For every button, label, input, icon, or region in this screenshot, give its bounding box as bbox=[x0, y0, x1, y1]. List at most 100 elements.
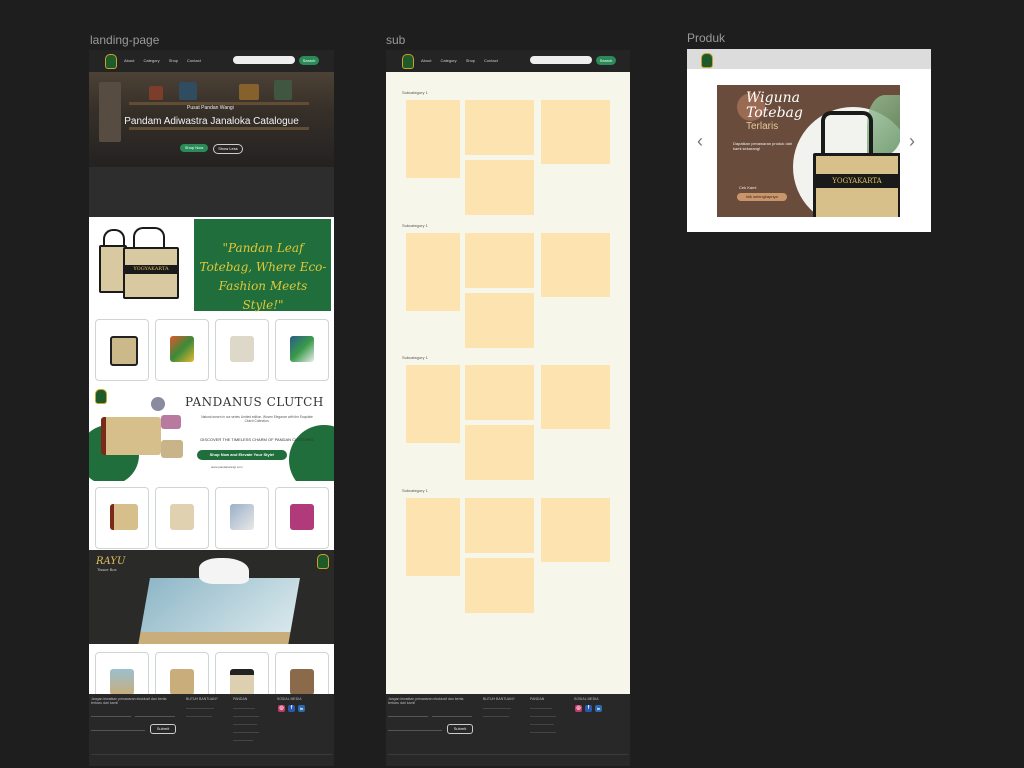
logo-icon bbox=[95, 389, 107, 404]
logo-icon[interactable] bbox=[105, 54, 117, 69]
banner-cta-button[interactable]: klik selengkapnya bbox=[737, 193, 787, 201]
footer-link[interactable] bbox=[233, 740, 253, 741]
clutch-image bbox=[101, 417, 161, 455]
footer-link[interactable] bbox=[530, 716, 556, 717]
nav-link-category[interactable]: Category bbox=[143, 58, 159, 63]
submit-button[interactable]: Submit bbox=[447, 724, 473, 734]
nav-link-contact[interactable]: Contact bbox=[484, 58, 498, 63]
product-thumbnail bbox=[230, 504, 254, 530]
search-input[interactable] bbox=[530, 56, 592, 64]
tissue-box-image bbox=[138, 578, 300, 644]
chevron-left-icon[interactable]: ‹ bbox=[697, 131, 703, 152]
nav-link-shop[interactable]: Shop bbox=[169, 58, 178, 63]
footer-link[interactable] bbox=[530, 724, 554, 725]
pandanus-clutch-banner[interactable]: PANDANUS CLUTCH Natural woven in our ser… bbox=[89, 385, 334, 495]
footer-input[interactable] bbox=[135, 716, 175, 717]
nav-link-category[interactable]: Category bbox=[440, 58, 456, 63]
product-thumbnail bbox=[170, 669, 194, 695]
produk-frame[interactable]: ‹ › Wiguna Totebag Terlaris Dapatkan pen… bbox=[687, 49, 931, 232]
submit-button[interactable]: Submit bbox=[150, 724, 176, 734]
clutch-url: www.pandanwangi.com bbox=[211, 465, 243, 469]
footer-input[interactable] bbox=[388, 716, 428, 717]
product-thumbnail bbox=[170, 336, 194, 362]
product-card[interactable] bbox=[215, 319, 269, 381]
product-tile[interactable] bbox=[465, 100, 534, 155]
frame-label-sub: sub bbox=[386, 33, 406, 47]
clutch-shop-button[interactable]: Shop Now and Elevate Your Style! bbox=[197, 450, 287, 460]
nav-link-about[interactable]: About bbox=[421, 58, 431, 63]
totebag-image: YOGYAKARTA bbox=[123, 247, 179, 299]
banner-tag: Terlaris bbox=[746, 121, 779, 132]
clutch-image bbox=[161, 415, 181, 429]
footer-link[interactable] bbox=[233, 716, 259, 717]
product-tile[interactable] bbox=[406, 365, 460, 443]
product-card[interactable] bbox=[275, 487, 329, 549]
footer-link[interactable] bbox=[530, 732, 556, 733]
footer-link[interactable] bbox=[186, 716, 212, 717]
product-card[interactable] bbox=[275, 319, 329, 381]
tissue-image bbox=[199, 558, 249, 584]
instagram-icon[interactable]: ◎ bbox=[575, 705, 582, 712]
product-tile[interactable] bbox=[465, 293, 534, 348]
totebag-promo-banner[interactable]: YOGYAKARTA "Pandan Leaf Totebag, Where E… bbox=[89, 217, 334, 313]
footer-link[interactable] bbox=[186, 708, 214, 709]
nav-link-about[interactable]: About bbox=[124, 58, 134, 63]
product-card[interactable] bbox=[215, 487, 269, 549]
chevron-right-icon[interactable]: › bbox=[909, 131, 915, 152]
wiguna-totebag-banner[interactable]: Wiguna Totebag Terlaris Dapatkan penawar… bbox=[717, 85, 900, 217]
footer-link[interactable] bbox=[233, 708, 255, 709]
footer-input[interactable] bbox=[91, 730, 145, 731]
shop-now-button[interactable]: Shop Now bbox=[180, 144, 208, 152]
linkedin-icon[interactable]: in bbox=[595, 705, 602, 712]
product-tile[interactable] bbox=[406, 100, 460, 178]
product-tile[interactable] bbox=[465, 233, 534, 288]
linkedin-icon[interactable]: in bbox=[298, 705, 305, 712]
facebook-icon[interactable]: f bbox=[288, 705, 295, 712]
nav-link-shop[interactable]: Shop bbox=[466, 58, 475, 63]
product-tile[interactable] bbox=[406, 233, 460, 311]
footer-link[interactable] bbox=[483, 708, 511, 709]
footer-link[interactable] bbox=[233, 732, 259, 733]
subcategory-title: Subcategory 1 bbox=[402, 355, 428, 360]
nav-link-contact[interactable]: Contact bbox=[187, 58, 201, 63]
product-card[interactable] bbox=[95, 319, 149, 381]
product-tile[interactable] bbox=[465, 365, 534, 420]
show-less-button[interactable]: Show Less bbox=[213, 144, 243, 154]
subcategory-title: Subcategory 1 bbox=[402, 90, 428, 95]
nav-links: About Category Shop Contact bbox=[421, 58, 498, 63]
footer-input[interactable] bbox=[91, 716, 131, 717]
product-tile[interactable] bbox=[541, 365, 610, 429]
footer-col-title: PANDAN bbox=[530, 697, 545, 701]
facebook-icon[interactable]: f bbox=[585, 705, 592, 712]
product-card[interactable] bbox=[95, 487, 149, 549]
product-card[interactable] bbox=[155, 319, 209, 381]
sub-frame[interactable]: About Category Shop Contact Search Subca… bbox=[386, 50, 630, 766]
product-thumbnail bbox=[290, 669, 314, 695]
product-tile[interactable] bbox=[465, 160, 534, 215]
product-card[interactable] bbox=[155, 487, 209, 549]
product-tile[interactable] bbox=[465, 558, 534, 613]
product-tile[interactable] bbox=[541, 498, 610, 562]
navbar: About Category Shop Contact Search bbox=[89, 50, 334, 72]
footer-col-title: SOSIAL MEDIA bbox=[277, 697, 302, 701]
product-thumbnail bbox=[290, 504, 314, 530]
product-tile[interactable] bbox=[465, 498, 534, 553]
product-row-clutch bbox=[89, 481, 334, 550]
logo-icon[interactable] bbox=[701, 53, 713, 68]
logo-icon[interactable] bbox=[402, 54, 414, 69]
search-input[interactable] bbox=[233, 56, 295, 64]
footer-input[interactable] bbox=[432, 716, 472, 717]
product-tile[interactable] bbox=[541, 100, 610, 164]
product-tile[interactable] bbox=[541, 233, 610, 297]
search-button[interactable]: Search bbox=[596, 56, 616, 65]
footer-link[interactable] bbox=[530, 708, 552, 709]
search-button[interactable]: Search bbox=[299, 56, 319, 65]
footer-link[interactable] bbox=[483, 716, 509, 717]
product-tile[interactable] bbox=[406, 498, 460, 576]
footer-link[interactable] bbox=[233, 724, 257, 725]
landing-page-frame[interactable]: About Category Shop Contact Search Pusat… bbox=[89, 50, 334, 766]
rayu-tissue-box-banner[interactable]: RAYU Tissue Box bbox=[89, 550, 334, 644]
product-tile[interactable] bbox=[465, 425, 534, 480]
instagram-icon[interactable]: ◎ bbox=[278, 705, 285, 712]
footer-input[interactable] bbox=[388, 730, 442, 731]
